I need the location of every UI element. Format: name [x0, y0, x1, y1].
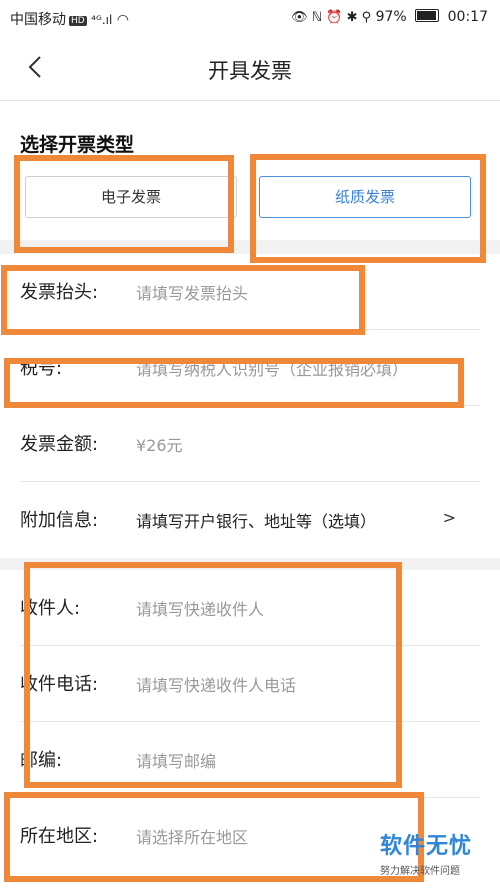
invoice-title-row[interactable]: 发票抬头: 请填写发票抬头	[0, 254, 500, 330]
recipient-phone-input[interactable]: 请填写快递收件人电话	[136, 672, 296, 696]
battery-icon	[415, 9, 440, 22]
region-select[interactable]: 请选择所在地区	[136, 824, 248, 848]
region-label: 所在地区:	[20, 826, 99, 847]
extra-info-row[interactable]: 附加信息: 请填写开户银行、地址等（选填） >	[0, 482, 500, 558]
recipient-phone-label: 收件电话:	[20, 674, 99, 695]
recipient-row[interactable]: 收件人: 请填写快递收件人	[0, 570, 500, 646]
extra-info-input[interactable]: 请填写开户银行、地址等（选填）	[136, 508, 376, 532]
invoice-amount-row: 发票金额: ¥26元	[0, 406, 500, 482]
invoice-amount-label: 发票金额:	[20, 434, 99, 455]
invoice-title-input[interactable]: 请填写发票抬头	[136, 280, 248, 304]
invoice-title-label: 发票抬头:	[20, 282, 99, 303]
recipient-phone-row[interactable]: 收件电话: 请填写快递收件人电话	[0, 646, 500, 722]
carrier-name: 中国移动	[10, 12, 66, 28]
zip-code-label: 邮编:	[20, 750, 63, 771]
hd-icon: HD	[69, 16, 87, 26]
nav-bar: 开具发票	[0, 36, 500, 101]
tax-id-row[interactable]: 税号: 请填写纳税人识别号（企业报销必填）	[0, 330, 500, 406]
status-left: 中国移动 HD ⁴ᴳ.ıl ◠	[10, 9, 129, 29]
battery-percent: 97%	[375, 9, 407, 25]
recipient-input[interactable]: 请填写快递收件人	[136, 596, 264, 620]
tax-id-label: 税号:	[20, 358, 63, 379]
status-bar: 中国移动 HD ⁴ᴳ.ıl ◠ 👁 ℕ ⏰ ✱ ⚲ 97% 00:17	[0, 0, 500, 36]
electronic-invoice-button[interactable]: 电子发票	[25, 176, 237, 218]
invoice-amount-value: ¥26元	[136, 436, 183, 455]
section-separator	[0, 558, 500, 570]
invoice-type-title: 选择开票类型	[20, 134, 135, 156]
watermark-title: 软件无忧	[380, 834, 473, 859]
watermark-logo: 软件无忧 努力解决软件问题	[380, 828, 492, 877]
status-right: 👁 ℕ ⏰ ✱ ⚲ 97% 00:17	[291, 9, 488, 25]
status-icons: 👁 ℕ ⏰ ✱ ⚲	[291, 10, 372, 25]
signal-icon: ⁴ᴳ.ıl	[91, 13, 113, 27]
zip-code-input[interactable]: 请填写邮编	[136, 748, 216, 772]
extra-info-label: 附加信息:	[20, 510, 99, 531]
recipient-label: 收件人:	[20, 598, 81, 619]
zip-code-row[interactable]: 邮编: 请填写邮编	[0, 722, 500, 798]
clock: 00:17	[447, 9, 488, 25]
section-separator	[0, 240, 500, 254]
watermark-subtitle: 努力解决软件问题	[380, 866, 460, 877]
tax-id-input[interactable]: 请填写纳税人识别号（企业报销必填）	[136, 356, 408, 380]
wifi-icon: ◠	[116, 12, 129, 28]
page-title: 开具发票	[208, 59, 292, 83]
chevron-right-icon[interactable]: >	[443, 508, 456, 527]
paper-invoice-button[interactable]: 纸质发票	[259, 176, 471, 218]
